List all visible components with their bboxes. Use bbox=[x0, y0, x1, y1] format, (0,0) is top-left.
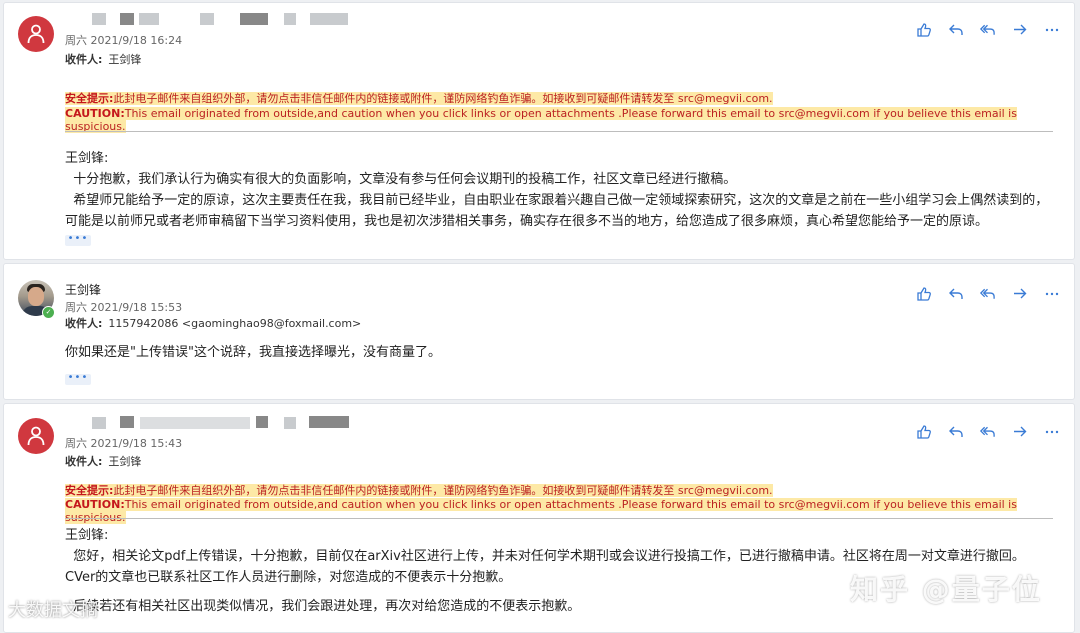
message-body: 你如果还是"上传错误"这个说辞，我直接选择曝光，没有商量了。 bbox=[65, 345, 441, 360]
recipient-line: 收件人: 1157942086 <gaominghao98@foxmail.com… bbox=[65, 315, 361, 331]
avatar bbox=[18, 16, 54, 52]
reply-all-icon[interactable] bbox=[979, 423, 996, 440]
sent-date: 周六 2021/9/18 16:24 bbox=[65, 34, 183, 47]
forward-icon[interactable] bbox=[1011, 21, 1028, 38]
message-actions bbox=[915, 423, 1060, 440]
message-actions bbox=[915, 285, 1060, 302]
recipient-label: 收件人: bbox=[65, 317, 103, 330]
email-card[interactable]: ✓ 王剑锋 周六 2021/9/18 15:53 收件人: 1157942086 … bbox=[3, 263, 1075, 400]
more-options-icon[interactable] bbox=[1043, 423, 1060, 440]
forward-icon[interactable] bbox=[1011, 285, 1028, 302]
divider bbox=[65, 131, 1053, 132]
zhihu-watermark: 知乎 @量子位 bbox=[850, 573, 1042, 606]
security-warning-cn: 安全提示:此封电子邮件来自组织外部，请勿点击非信任邮件内的链接或附件，谨防网络钓… bbox=[65, 484, 773, 497]
like-icon[interactable] bbox=[915, 285, 932, 302]
sent-date: 周六 2021/9/18 15:53 bbox=[65, 301, 183, 314]
like-icon[interactable] bbox=[915, 21, 932, 38]
online-status-icon: ✓ bbox=[42, 306, 55, 319]
source-watermark: 大数据文摘 bbox=[8, 600, 98, 621]
reply-icon[interactable] bbox=[947, 285, 964, 302]
divider bbox=[65, 518, 1053, 519]
reply-icon[interactable] bbox=[947, 423, 964, 440]
person-icon bbox=[27, 426, 45, 446]
recipient[interactable]: 王剑锋 bbox=[108, 455, 141, 468]
reply-all-icon[interactable] bbox=[979, 285, 996, 302]
message-body: 王剑锋: 十分抱歉，我们承认行为确实有很大的负面影响，文章没有参与任何会议期刊的… bbox=[65, 151, 1049, 229]
recipient-label: 收件人: bbox=[65, 53, 103, 66]
sender-name: 王剑锋 bbox=[65, 283, 102, 297]
more-options-icon[interactable] bbox=[1043, 21, 1060, 38]
recipient[interactable]: 1157942086 <gaominghao98@foxmail.com> bbox=[108, 317, 361, 330]
reply-icon[interactable] bbox=[947, 21, 964, 38]
recipient-line: 收件人: 王剑锋 bbox=[65, 453, 141, 469]
avatar bbox=[18, 418, 54, 454]
forward-icon[interactable] bbox=[1011, 423, 1028, 440]
person-icon bbox=[27, 24, 45, 44]
recipient-line: 收件人: 王剑锋 bbox=[65, 51, 141, 67]
security-warning-en: CAUTION:This email originated from outsi… bbox=[65, 498, 1017, 524]
recipient[interactable]: 王剑锋 bbox=[108, 53, 141, 66]
show-more-button[interactable]: ••• bbox=[65, 234, 91, 246]
more-options-icon[interactable] bbox=[1043, 285, 1060, 302]
show-more-button[interactable]: ••• bbox=[65, 373, 91, 385]
sent-date: 周六 2021/9/18 15:43 bbox=[65, 437, 183, 450]
reply-all-icon[interactable] bbox=[979, 21, 996, 38]
security-warning-cn: 安全提示:此封电子邮件来自组织外部，请勿点击非信任邮件内的链接或附件，谨防网络钓… bbox=[65, 92, 773, 105]
security-warning-en: CAUTION:This email originated from outsi… bbox=[65, 107, 1017, 133]
like-icon[interactable] bbox=[915, 423, 932, 440]
recipient-label: 收件人: bbox=[65, 455, 103, 468]
email-card[interactable]: 周六 2021/9/18 16:24 收件人: 王剑锋 安全提示:此封电子邮件来自… bbox=[3, 2, 1075, 260]
message-actions bbox=[915, 21, 1060, 38]
